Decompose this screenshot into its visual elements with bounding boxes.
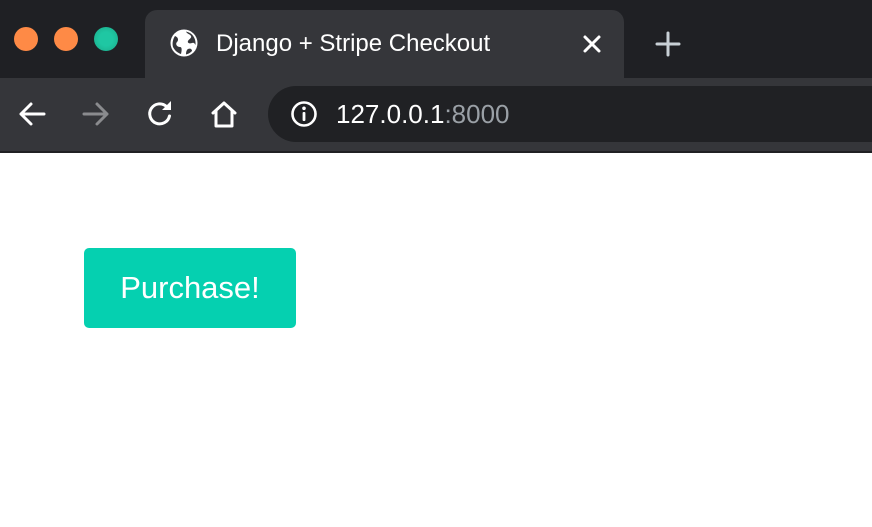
address-url[interactable]: 127.0.0.1:8000 xyxy=(336,98,510,130)
address-bar[interactable]: 127.0.0.1:8000 xyxy=(268,86,872,142)
back-arrow-icon[interactable] xyxy=(16,98,48,130)
globe-icon xyxy=(170,29,198,57)
url-port: :8000 xyxy=(444,99,510,129)
window-minimize-button[interactable] xyxy=(54,27,78,51)
purchase-button[interactable]: Purchase! xyxy=(84,248,296,328)
plus-icon[interactable] xyxy=(653,29,683,59)
window-close-button[interactable] xyxy=(14,27,38,51)
url-host: 127.0.0.1 xyxy=(336,99,445,129)
browser-toolbar: 127.0.0.1:8000 xyxy=(0,78,872,151)
window-maximize-button[interactable] xyxy=(94,27,118,51)
home-icon[interactable] xyxy=(208,98,240,130)
close-icon[interactable] xyxy=(581,33,603,55)
toolbar-divider xyxy=(0,151,872,153)
info-icon[interactable] xyxy=(290,100,318,128)
browser-tab-active[interactable]: Django + Stripe Checkout xyxy=(145,10,624,78)
browser-titlebar: Django + Stripe Checkout xyxy=(0,0,872,78)
reload-icon[interactable] xyxy=(144,98,176,130)
tab-title: Django + Stripe Checkout xyxy=(216,30,491,57)
forward-arrow-icon[interactable] xyxy=(80,98,112,130)
